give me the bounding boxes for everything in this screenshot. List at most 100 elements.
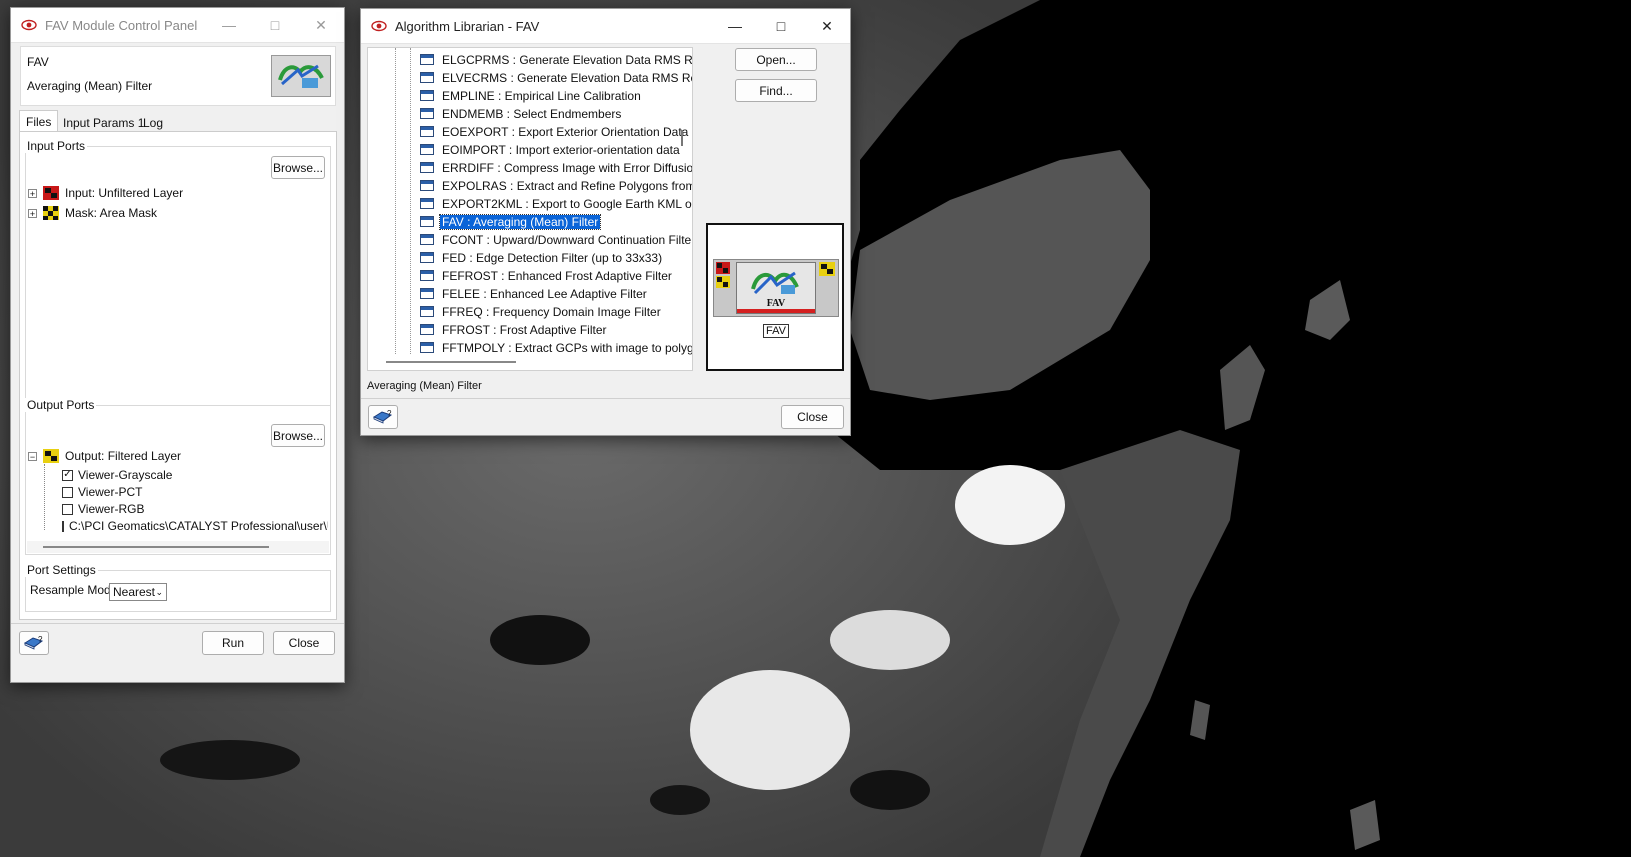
algorithm-window-icon (420, 180, 434, 191)
algorithm-list-item-label: FFROST : Frost Adaptive Filter (442, 322, 607, 337)
output-browse-button[interactable]: Browse... (271, 424, 325, 447)
input-ports-label: Input Ports (25, 139, 88, 153)
algorithm-list-item-label: FFTMPOLY : Extract GCPs with image to po… (442, 340, 693, 355)
viewer-pct-label: Viewer-PCT (78, 485, 143, 499)
tab-log[interactable]: Log (137, 113, 169, 133)
algorithm-list-item[interactable]: FFREQ : Frequency Domain Image Filter (420, 303, 663, 320)
bottom-separator (11, 623, 344, 624)
output-viewer-grayscale[interactable]: ✓ Viewer-Grayscale (62, 468, 172, 482)
help-button[interactable]: ? (368, 405, 398, 429)
output-viewer-pct[interactable]: Viewer-PCT (62, 485, 142, 499)
algorithm-list-item[interactable]: FFTMPOLY : Extract GCPs with image to po… (420, 339, 693, 356)
input-port-unfiltered-layer[interactable]: + Input: Unfiltered Layer (28, 186, 183, 200)
algorithm-list-item-label: FELEE : Enhanced Lee Adaptive Filter (442, 286, 647, 301)
algorithm-preview: FAV FAV (706, 223, 844, 371)
output-ports-label: Output Ports (25, 398, 97, 412)
algorithm-list-item[interactable]: FELEE : Enhanced Lee Adaptive Filter (420, 285, 649, 302)
pci-eye-icon (371, 20, 387, 32)
module-block-label: FAV (766, 298, 786, 309)
algorithm-list-item[interactable]: ELVECRMS : Generate Elevation Data RMS R… (420, 69, 693, 86)
viewer-rgb-label: Viewer-RGB (78, 502, 145, 516)
mask-port-label: Mask: Area Mask (65, 206, 158, 220)
minimize-button[interactable]: — (206, 8, 252, 42)
pci-eye-icon (21, 19, 37, 31)
resample-mode-value: Nearest (113, 585, 156, 599)
output-file-path[interactable]: C:\PCI Geomatics\CATALYST Professional\u… (62, 519, 328, 533)
algorithm-list-item[interactable]: EOIMPORT : Import exterior-orientation d… (420, 141, 682, 158)
librarian-titlebar[interactable]: Algorithm Librarian - FAV — □ ✕ (361, 9, 850, 44)
maximize-button[interactable]: □ (758, 9, 804, 43)
algorithm-window-icon (420, 90, 434, 101)
svg-text:?: ? (38, 635, 43, 644)
filter-icon (751, 271, 799, 295)
algorithm-window-icon (420, 216, 434, 227)
algorithm-list-item-label: EXPORT2KML : Export to Google Earth KML … (442, 196, 693, 211)
algorithm-list-item[interactable]: FEFROST : Enhanced Frost Adaptive Filter (420, 267, 674, 284)
algorithm-list-item-label: ERRDIFF : Compress Image with Error Diff… (442, 160, 693, 175)
expand-icon[interactable]: + (28, 188, 37, 198)
viewer-pct-checkbox[interactable] (62, 486, 73, 498)
output-viewer-rgb[interactable]: Viewer-RGB (62, 502, 144, 516)
algorithm-window-icon (420, 306, 434, 317)
algorithm-list-item[interactable]: EOEXPORT : Export Exterior Orientation D… (420, 123, 690, 140)
algorithm-window-icon (420, 342, 434, 353)
close-window-button[interactable]: ✕ (804, 9, 850, 43)
algorithm-list-item[interactable]: FCONT : Upward/Downward Continuation Fil… (420, 231, 692, 248)
algorithm-list-item[interactable]: EMPLINE : Empirical Line Calibration (420, 87, 643, 104)
list-horizontal-scrollbar[interactable] (386, 361, 516, 363)
close-button[interactable]: Close (273, 631, 335, 655)
help-button[interactable]: ? (19, 631, 49, 655)
maximize-button[interactable]: □ (252, 8, 298, 42)
algorithm-window-icon (420, 234, 434, 245)
expand-icon[interactable]: + (28, 208, 37, 218)
algorithm-window-icon (420, 270, 434, 281)
help-book-icon: ? (373, 409, 393, 424)
module-block-graphic: FAV (713, 259, 839, 317)
file-path-checkbox[interactable] (62, 520, 64, 532)
viewer-rgb-checkbox[interactable] (62, 503, 73, 515)
module-block-inner: FAV (736, 262, 816, 314)
input-port-icon (716, 262, 730, 288)
minimize-button[interactable]: — (712, 9, 758, 43)
fav-panel-titlebar[interactable]: FAV Module Control Panel — □ ✕ (11, 8, 344, 43)
output-layer-icon (43, 449, 59, 463)
resample-mode-select[interactable]: Nearest ⌄ (109, 583, 167, 601)
algorithm-list-item[interactable]: FAV : Averaging (Mean) Filter (420, 213, 602, 230)
algorithm-window-icon (420, 198, 434, 209)
input-browse-button[interactable]: Browse... (271, 156, 325, 179)
open-button[interactable]: Open... (735, 48, 817, 71)
algorithm-list-item[interactable]: EXPOLRAS : Extract and Refine Polygons f… (420, 177, 692, 194)
chevron-down-icon: ⌄ (155, 586, 163, 597)
output-horizontal-scrollbar[interactable] (27, 541, 329, 553)
output-port-filtered-layer[interactable]: − Output: Filtered Layer (28, 449, 181, 463)
algorithm-tree[interactable]: ELGCPRMS : Generate Elevation Data RMS R… (367, 47, 693, 371)
scrollbar-thumb[interactable] (43, 546, 269, 548)
algorithm-list-item[interactable]: ENDMEMB : Select Endmembers (420, 105, 623, 122)
algorithm-list-item-label: ELVECRMS : Generate Elevation Data RMS R… (442, 70, 693, 85)
librarian-close-button[interactable]: Close (781, 405, 844, 429)
algorithm-list-item-label: EOEXPORT : Export Exterior Orientation D… (442, 124, 689, 139)
algorithm-list-item[interactable]: ERRDIFF : Compress Image with Error Diff… (420, 159, 693, 176)
algorithm-list-item[interactable]: EXPORT2KML : Export to Google Earth KML … (420, 195, 693, 212)
close-window-button[interactable]: ✕ (298, 8, 344, 42)
fav-module-control-panel: FAV Module Control Panel — □ ✕ FAV Avera… (10, 7, 345, 683)
run-button[interactable]: Run (202, 631, 264, 655)
viewer-grayscale-checkbox[interactable]: ✓ (62, 469, 73, 481)
collapse-icon[interactable]: − (28, 451, 37, 461)
module-description: Averaging (Mean) Filter (27, 79, 153, 93)
module-logo-icon (271, 55, 331, 97)
algorithm-list-item[interactable]: ELGCPRMS : Generate Elevation Data RMS R… (420, 51, 693, 68)
tab-files[interactable]: Files (19, 110, 59, 132)
list-vertical-scrollbar[interactable] (681, 130, 683, 146)
algorithm-list-item-label: ELGCPRMS : Generate Elevation Data RMS R… (442, 52, 693, 67)
algorithm-list-item[interactable]: FED : Edge Detection Filter (up to 33x33… (420, 249, 664, 266)
algorithm-list-item[interactable]: FFROST : Frost Adaptive Filter (420, 321, 608, 338)
input-port-area-mask[interactable]: + Mask: Area Mask (28, 206, 157, 220)
algorithm-window-icon (420, 162, 434, 173)
algorithm-list-item-label: FEFROST : Enhanced Frost Adaptive Filter (442, 268, 672, 283)
find-button[interactable]: Find... (735, 79, 817, 102)
tree-line (44, 464, 46, 530)
algorithm-list-item-label: FAV : Averaging (Mean) Filter (438, 213, 602, 230)
module-name: FAV (27, 55, 49, 69)
algorithm-window-icon (420, 54, 434, 65)
